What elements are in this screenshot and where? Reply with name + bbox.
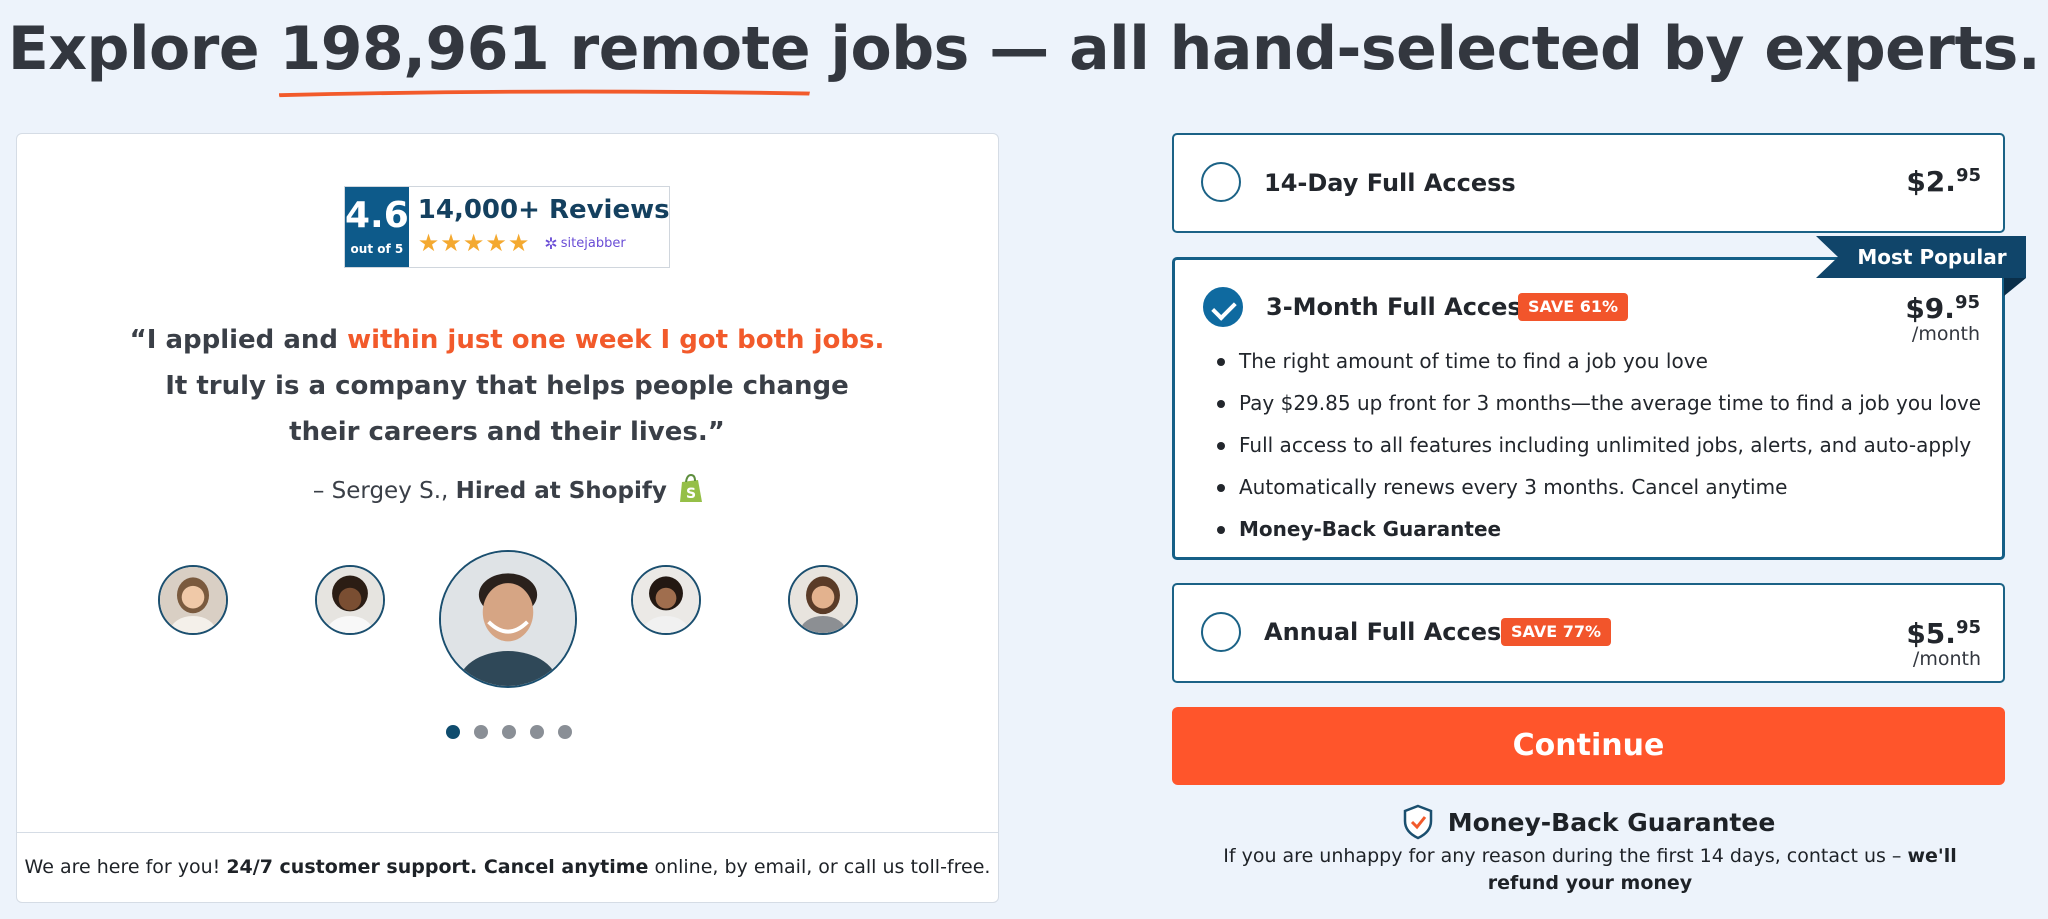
rating-score-box: 4.6 out of 5	[345, 187, 409, 267]
plan-name: 3-Month Full Access	[1266, 293, 1536, 321]
plan-radio-14-day[interactable]	[1201, 162, 1241, 202]
most-popular-ribbon: Most Popular	[1816, 236, 2026, 278]
plan-radio-annual[interactable]	[1201, 612, 1241, 652]
person-photo-icon	[633, 567, 699, 633]
shopify-icon: S	[680, 474, 703, 502]
testimonial-author: – Sergey S.,	[312, 478, 456, 504]
price-cents: 95	[1955, 165, 1981, 186]
rating-out-of: out of 5	[350, 242, 404, 256]
support-bar: We are here for you! 24/7 customer suppo…	[17, 832, 998, 902]
feature-item: Money-Back Guarantee	[1215, 508, 1981, 550]
guarantee-title: Money-Back Guarantee	[1447, 807, 1776, 837]
plan-name: 14-Day Full Access	[1264, 169, 1516, 197]
feature-item: Pay $29.85 up front for 3 months—the ave…	[1215, 382, 1981, 424]
headline-suffix: jobs — all hand-selected by experts.	[830, 14, 2041, 84]
shield-check-icon	[1403, 804, 1432, 840]
price-cents: 95	[1955, 617, 1981, 638]
ribbon-fold	[2004, 278, 2026, 296]
feature-item: The right amount of time to find a job y…	[1215, 340, 1981, 382]
plan-option-14-day[interactable]: 14-Day Full Access $2.95	[1172, 133, 2005, 233]
carousel-dot-2[interactable]	[473, 725, 488, 739]
price-cents: 95	[1954, 292, 1980, 313]
quote-end: It truly is a company that helps people …	[165, 371, 849, 447]
testimonial-company: Hired at Shopify	[455, 478, 667, 504]
carousel-dots	[17, 724, 1000, 743]
guarantee-description: If you are unhappy for any reason during…	[1185, 843, 1995, 897]
continue-button[interactable]: Continue	[1172, 707, 2005, 785]
plan-radio-3-month[interactable]	[1203, 287, 1243, 327]
carousel-dot-5[interactable]	[557, 725, 572, 739]
plan-features: The right amount of time to find a job y…	[1215, 340, 1981, 550]
price-dollars: $9.	[1905, 292, 1955, 325]
plan-price: $2.95	[1906, 165, 1981, 198]
plan-option-3-month[interactable]: 3-Month Full Access SAVE 61% $9.95 /mont…	[1172, 257, 2005, 560]
price-dollars: $2.	[1906, 165, 1956, 198]
person-photo-icon	[790, 567, 856, 633]
support-bold-2: Cancel anytime	[477, 856, 649, 878]
plan-price: $9.95 /month	[1905, 292, 1980, 344]
plan-option-annual[interactable]: Annual Full Access SAVE 77% $5.95 /month	[1172, 583, 2005, 683]
headline-job-count: 198,961 remote	[279, 14, 811, 84]
headline-prefix: Explore	[7, 14, 260, 84]
testimonial-attribution: – Sergey S., Hired at Shopify S	[17, 474, 1000, 504]
testimonial-quote: “I applied and within just one week I go…	[127, 317, 887, 455]
carousel-dot-3[interactable]	[501, 725, 516, 739]
testimonial-card: 4.6 out of 5 14,000+ Reviews ★★★★★ ✲ sit…	[16, 133, 999, 903]
sitejabber-logo: ✲ sitejabber	[544, 234, 625, 253]
plan-name: Annual Full Access	[1264, 618, 1516, 646]
review-count: 14,000+ Reviews	[417, 195, 670, 225]
carousel-dot-1[interactable]	[445, 725, 460, 739]
avatar-3-active[interactable]	[439, 550, 577, 688]
money-back-guarantee: Money-Back Guarantee	[1172, 804, 2005, 844]
carousel-dot-4[interactable]	[529, 725, 544, 739]
svg-text:S: S	[686, 486, 696, 502]
rating-score: 4.6	[345, 195, 409, 236]
support-bold-1: 24/7 customer support.	[226, 856, 478, 878]
guarantee-text: If you are unhappy for any reason during…	[1223, 845, 1908, 867]
price-period: /month	[1912, 648, 1981, 670]
quote-start: “I applied and	[129, 325, 348, 355]
feature-item: Full access to all features including un…	[1215, 424, 1981, 466]
feature-item: Automatically renews every 3 months. Can…	[1215, 466, 1981, 508]
testimonial-avatars	[17, 549, 1000, 689]
price-dollars: $5.	[1906, 617, 1956, 650]
page-headline: Explore 198,961 remote jobs — all hand-s…	[0, 14, 2048, 98]
avatar-2[interactable]	[315, 565, 385, 635]
rating-badge[interactable]: 4.6 out of 5 14,000+ Reviews ★★★★★ ✲ sit…	[344, 186, 670, 268]
save-badge: SAVE 61%	[1518, 293, 1628, 321]
person-photo-icon	[160, 567, 226, 633]
rating-info: 14,000+ Reviews ★★★★★ ✲ sitejabber	[409, 187, 670, 267]
person-photo-icon	[317, 567, 383, 633]
support-text-2: online, by email, or call us toll-free.	[648, 856, 991, 878]
sitejabber-icon: ✲	[544, 233, 558, 253]
support-text-1: We are here for you!	[24, 856, 227, 878]
quote-highlight: within just one week I got both jobs.	[347, 325, 885, 355]
underline-decoration	[279, 89, 811, 98]
save-badge: SAVE 77%	[1501, 618, 1611, 646]
person-photo-icon	[441, 552, 575, 686]
star-rating-icon: ★★★★★	[417, 229, 531, 257]
plan-price: $5.95 /month	[1906, 617, 1981, 670]
avatar-5[interactable]	[788, 565, 858, 635]
avatar-4[interactable]	[631, 565, 701, 635]
avatar-1[interactable]	[158, 565, 228, 635]
sitejabber-label: sitejabber	[560, 235, 626, 251]
